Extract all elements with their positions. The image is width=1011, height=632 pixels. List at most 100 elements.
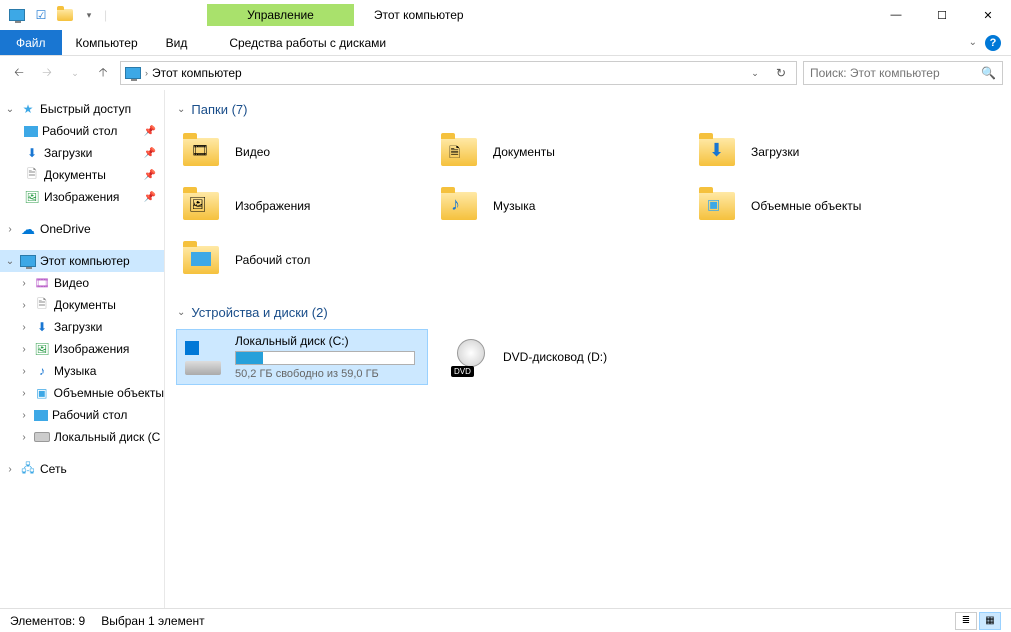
tree-videos[interactable]: › 🎞 Видео [0,272,164,294]
chevron-right-icon[interactable]: › [18,366,30,377]
tree-desktop-pc[interactable]: › Рабочий стол [0,404,164,426]
tree-downloads-pc[interactable]: › ⬇ Загрузки [0,316,164,338]
folder-3d-objects[interactable]: ▣ Объемные объекты [693,181,933,231]
documents-icon: 🗎 [24,167,40,183]
cloud-icon: ☁ [20,221,36,237]
tree-pictures[interactable]: 🖼 Изображения 📌 [0,186,164,208]
chevron-right-icon[interactable]: › [18,322,30,333]
search-input[interactable] [810,66,981,80]
cube-icon: ▣ [695,184,739,228]
downloads-icon: ⬇ [695,130,739,174]
tab-file[interactable]: Файл [0,30,62,55]
group-header-folders[interactable]: ⌄ Папки (7) [177,102,999,117]
chevron-right-icon[interactable]: › [18,410,30,421]
tree-music[interactable]: › ♪ Музыка [0,360,164,382]
minimize-button[interactable]: — [873,0,919,30]
folder-pictures[interactable]: 🖼 Изображения [177,181,417,231]
folders-grid: 🎞 Видео 🗎 Документы ⬇ Загрузки 🖼 Изображ… [177,127,999,285]
drive-local-c[interactable]: Локальный диск (C:) 50,2 ГБ свободно из … [177,330,427,384]
status-item-count: Элементов: 9 [10,614,85,628]
qat-new-folder-icon[interactable] [56,6,74,24]
app-icon[interactable] [8,6,26,24]
chevron-down-icon[interactable]: ⌄ [4,256,16,267]
breadcrumb-chevron-icon[interactable]: › [145,68,148,78]
pin-icon: 📌 [144,126,156,137]
search-box[interactable]: 🔍 [803,61,1003,85]
group-header-devices[interactable]: ⌄ Устройства и диски (2) [177,305,999,320]
music-icon: ♪ [34,363,50,379]
drive-name: DVD-дисковод (D:) [503,350,691,364]
quick-access-toolbar: ☑ ▾ | [0,6,107,24]
tree-this-pc[interactable]: ⌄ Этот компьютер [0,250,164,272]
tree-pictures-pc[interactable]: › 🖼 Изображения [0,338,164,360]
chevron-right-icon[interactable]: › [4,224,16,235]
ribbon: Файл Компьютер Вид Средства работы с дис… [0,30,1011,56]
title-bar: ☑ ▾ | Управление Этот компьютер — ☐ ✕ [0,0,1011,30]
window-title: Этот компьютер [374,8,464,22]
desktop-icon [24,126,38,137]
pin-icon: 📌 [144,170,156,181]
address-dropdown-icon[interactable]: ⌄ [744,68,766,79]
devices-grid: Локальный диск (C:) 50,2 ГБ свободно из … [177,330,999,384]
tree-downloads[interactable]: ⬇ Загрузки 📌 [0,142,164,164]
music-icon: ♪ [437,184,481,228]
tree-documents[interactable]: 🗎 Документы 📌 [0,164,164,186]
chevron-right-icon[interactable]: › [4,464,16,475]
drive-name: Локальный диск (C:) [235,334,423,348]
tab-view[interactable]: Вид [152,30,202,55]
view-details-button[interactable]: ≣ [955,612,977,630]
folder-downloads[interactable]: ⬇ Загрузки [693,127,933,177]
tab-disk-tools[interactable]: Средства работы с дисками [215,30,400,55]
nav-forward-button[interactable]: 🡢 [36,62,58,84]
documents-icon: 🗎 [34,297,50,313]
nav-up-button[interactable]: 🡡 [92,62,114,84]
folder-documents[interactable]: 🗎 Документы [435,127,675,177]
tree-desktop[interactable]: Рабочий стол 📌 [0,120,164,142]
chevron-right-icon[interactable]: › [18,388,30,399]
search-icon[interactable]: 🔍 [981,66,996,80]
folder-desktop[interactable]: Рабочий стол [177,235,417,285]
maximize-button[interactable]: ☐ [919,0,965,30]
ribbon-collapse-icon[interactable]: ⌄ [969,37,977,48]
group-title: Папки (7) [191,102,247,117]
tab-computer[interactable]: Компьютер [62,30,152,55]
chevron-right-icon[interactable]: › [18,300,30,311]
nav-recent-dropdown[interactable]: ⌄ [64,62,86,84]
qat-properties-icon[interactable]: ☑ [32,6,50,24]
folder-videos[interactable]: 🎞 Видео [177,127,417,177]
downloads-icon: ⬇ [34,319,50,335]
drive-usage-bar [235,351,415,365]
status-selection: Выбран 1 элемент [101,614,204,628]
address-row: 🡠 🡢 ⌄ 🡡 › Этот компьютер ⌄ ↻ 🔍 [0,56,1011,90]
tree-quick-access[interactable]: ⌄ ★ Быстрый доступ [0,98,164,120]
tree-onedrive[interactable]: › ☁ OneDrive [0,218,164,240]
desktop-icon [179,238,223,282]
navigation-pane: ⌄ ★ Быстрый доступ Рабочий стол 📌 ⬇ Загр… [0,90,165,608]
chevron-down-icon[interactable]: ⌄ [4,104,16,115]
tree-network[interactable]: › 🖧 Сеть [0,458,164,480]
contextual-tab-management[interactable]: Управление [207,4,354,26]
drive-dvd-d[interactable]: DVD DVD-дисковод (D:) [445,330,695,384]
chevron-right-icon[interactable]: › [18,432,30,443]
tree-3d-objects[interactable]: › ▣ Объемные объекты [0,382,164,404]
qat-dropdown-icon[interactable]: ▾ [80,6,98,24]
chevron-right-icon[interactable]: › [18,278,30,289]
address-bar[interactable]: › Этот компьютер ⌄ ↻ [120,61,797,85]
location-icon [125,67,141,79]
help-icon[interactable]: ? [985,35,1001,51]
chevron-right-icon[interactable]: › [18,344,30,355]
tree-documents-pc[interactable]: › 🗎 Документы [0,294,164,316]
videos-icon: 🎞 [34,275,50,291]
chevron-down-icon[interactable]: ⌄ [177,104,185,115]
folder-music[interactable]: ♪ Музыка [435,181,675,231]
tree-local-disk[interactable]: › Локальный диск (C [0,426,164,448]
window-controls: — ☐ ✕ [873,0,1011,30]
address-text[interactable]: Этот компьютер [152,66,740,80]
nav-back-button[interactable]: 🡠 [8,62,30,84]
view-tiles-button[interactable]: ▦ [979,612,1001,630]
refresh-icon[interactable]: ↻ [770,66,792,80]
downloads-icon: ⬇ [24,145,40,161]
chevron-down-icon[interactable]: ⌄ [177,307,185,318]
pin-icon: 📌 [144,192,156,203]
close-button[interactable]: ✕ [965,0,1011,30]
